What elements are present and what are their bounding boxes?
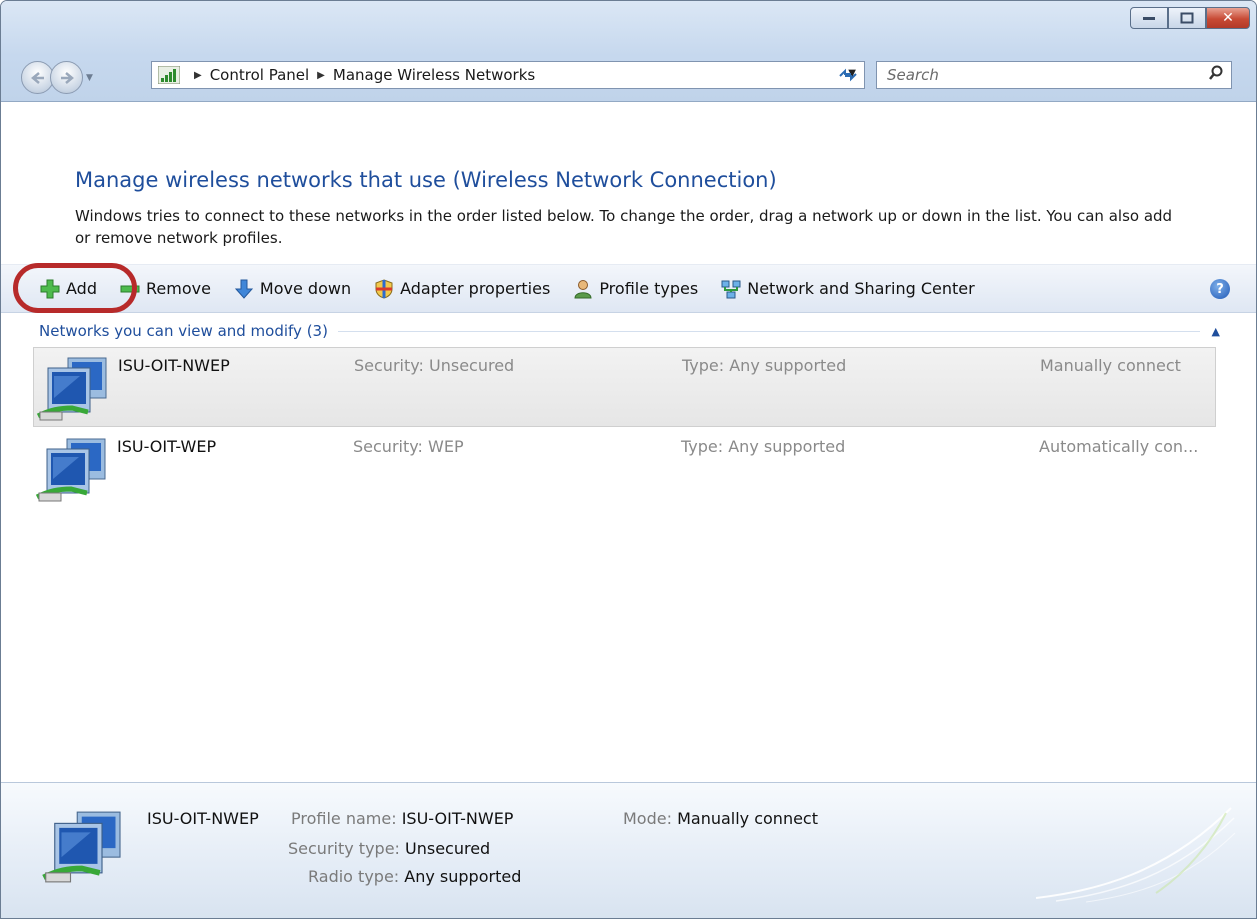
recent-pages-dropdown[interactable]: ▼: [86, 73, 93, 83]
group-divider: [337, 330, 1200, 332]
move-down-label: Move down: [259, 279, 352, 298]
window: ✕ ▼ ▶ Control Panel ▶ Manage Wireless Ne…: [0, 0, 1257, 919]
minimize-icon: [1143, 17, 1155, 20]
profile-types-label: Profile types: [599, 279, 699, 298]
network-name: ISU-OIT-WEP: [117, 437, 217, 456]
green-plus-icon: [39, 278, 61, 300]
help-button[interactable]: ?: [1210, 279, 1230, 299]
network-mode: Automatically con...: [1039, 437, 1199, 456]
collapse-chevron-icon[interactable]: ▲: [1212, 325, 1220, 338]
decorative-swoosh: [1036, 807, 1236, 903]
shield-icon: [373, 278, 395, 300]
navigation-buttons: ▼: [21, 61, 93, 94]
breadcrumb-separator-icon[interactable]: ▶: [317, 70, 325, 81]
network-sharing-label: Network and Sharing Center: [747, 279, 975, 298]
detail-radio-type: Radio type: Any supported: [308, 867, 521, 886]
page-title: Manage wireless networks that use (Wirel…: [75, 168, 777, 192]
command-toolbar: Add Remove Move down Adapter properties: [1, 263, 1256, 313]
security-type-value: Unsecured: [405, 839, 491, 858]
security-type-label: Security type:: [288, 839, 400, 858]
network-icon: [720, 278, 742, 300]
green-minus-icon: [119, 278, 141, 300]
profile-types-button[interactable]: Profile types: [572, 274, 698, 304]
minimize-button[interactable]: [1130, 7, 1168, 29]
networks-group-header[interactable]: Networks you can view and modify (3) ▲: [39, 320, 1224, 342]
detail-profile-name: Profile name: ISU-OIT-NWEP: [291, 809, 513, 828]
title-bar: ✕ ▼ ▶ Control Panel ▶ Manage Wireless Ne…: [1, 1, 1256, 102]
caption-buttons: ✕: [1130, 7, 1250, 29]
mode-label: Mode:: [623, 809, 672, 828]
add-label: Add: [66, 279, 97, 298]
add-button[interactable]: Add: [39, 274, 97, 304]
radio-type-label: Radio type:: [308, 867, 400, 886]
network-name: ISU-OIT-NWEP: [118, 356, 230, 375]
search-icon[interactable]: [1201, 65, 1231, 85]
forward-button[interactable]: [50, 61, 83, 94]
page-description: Windows tries to connect to these networ…: [75, 207, 1173, 247]
adapter-properties-label: Adapter properties: [400, 279, 551, 298]
breadcrumb-separator-icon[interactable]: ▶: [194, 70, 202, 81]
network-security: Security: Unsecured: [354, 356, 515, 375]
remove-label: Remove: [145, 279, 211, 298]
close-icon: ✕: [1222, 10, 1234, 26]
network-row[interactable]: ISU-OIT-WEP Security: WEP Type: Any supp…: [33, 429, 1216, 509]
refresh-icon: [839, 68, 857, 82]
details-pane: ISU-OIT-NWEP Profile name: ISU-OIT-NWEP …: [1, 782, 1256, 918]
forward-arrow-icon: [60, 71, 74, 84]
move-down-button[interactable]: Move down: [233, 274, 351, 304]
details-network-name: ISU-OIT-NWEP: [147, 809, 259, 828]
network-mode: Manually connect: [1040, 356, 1181, 375]
network-row[interactable]: ISU-OIT-NWEP Security: Unsecured Type: A…: [33, 347, 1216, 427]
remove-button[interactable]: Remove: [119, 274, 211, 304]
profile-name-label: Profile name:: [291, 809, 397, 828]
breadcrumb-manage-wireless[interactable]: Manage Wireless Networks: [333, 66, 535, 84]
maximize-icon: [1180, 12, 1194, 24]
network-security: Security: WEP: [353, 437, 464, 456]
network-type: Type: Any supported: [681, 437, 846, 456]
profile-name-value: ISU-OIT-NWEP: [401, 809, 514, 828]
search-input[interactable]: Search: [887, 66, 1201, 84]
wireless-profile-icon: [33, 435, 113, 505]
network-sharing-center-button[interactable]: Network and Sharing Center: [720, 274, 975, 304]
wireless-profile-icon: [34, 354, 114, 424]
close-button[interactable]: ✕: [1206, 7, 1250, 29]
detail-mode: Mode: Manually connect: [623, 809, 818, 828]
main-content: Manage wireless networks that use (Wirel…: [1, 102, 1256, 782]
wireless-networks-icon: [157, 65, 181, 85]
address-bar[interactable]: ▶ Control Panel ▶ Manage Wireless Networ…: [151, 61, 865, 89]
down-arrow-icon: [233, 278, 255, 300]
search-box[interactable]: Search: [876, 61, 1232, 89]
help-icon: ?: [1216, 281, 1224, 297]
breadcrumb-control-panel[interactable]: Control Panel: [210, 66, 309, 84]
mode-value: Manually connect: [677, 809, 818, 828]
user-icon: [572, 278, 594, 300]
detail-security-type: Security type: Unsecured: [288, 839, 490, 858]
group-label: Networks you can view and modify (3): [39, 322, 328, 340]
refresh-button[interactable]: [831, 61, 865, 89]
adapter-properties-button[interactable]: Adapter properties: [373, 274, 550, 304]
wireless-profile-icon: [39, 807, 129, 887]
back-arrow-icon: [30, 71, 44, 84]
maximize-button[interactable]: [1168, 7, 1206, 29]
radio-type-value: Any supported: [404, 867, 522, 886]
network-type: Type: Any supported: [682, 356, 847, 375]
